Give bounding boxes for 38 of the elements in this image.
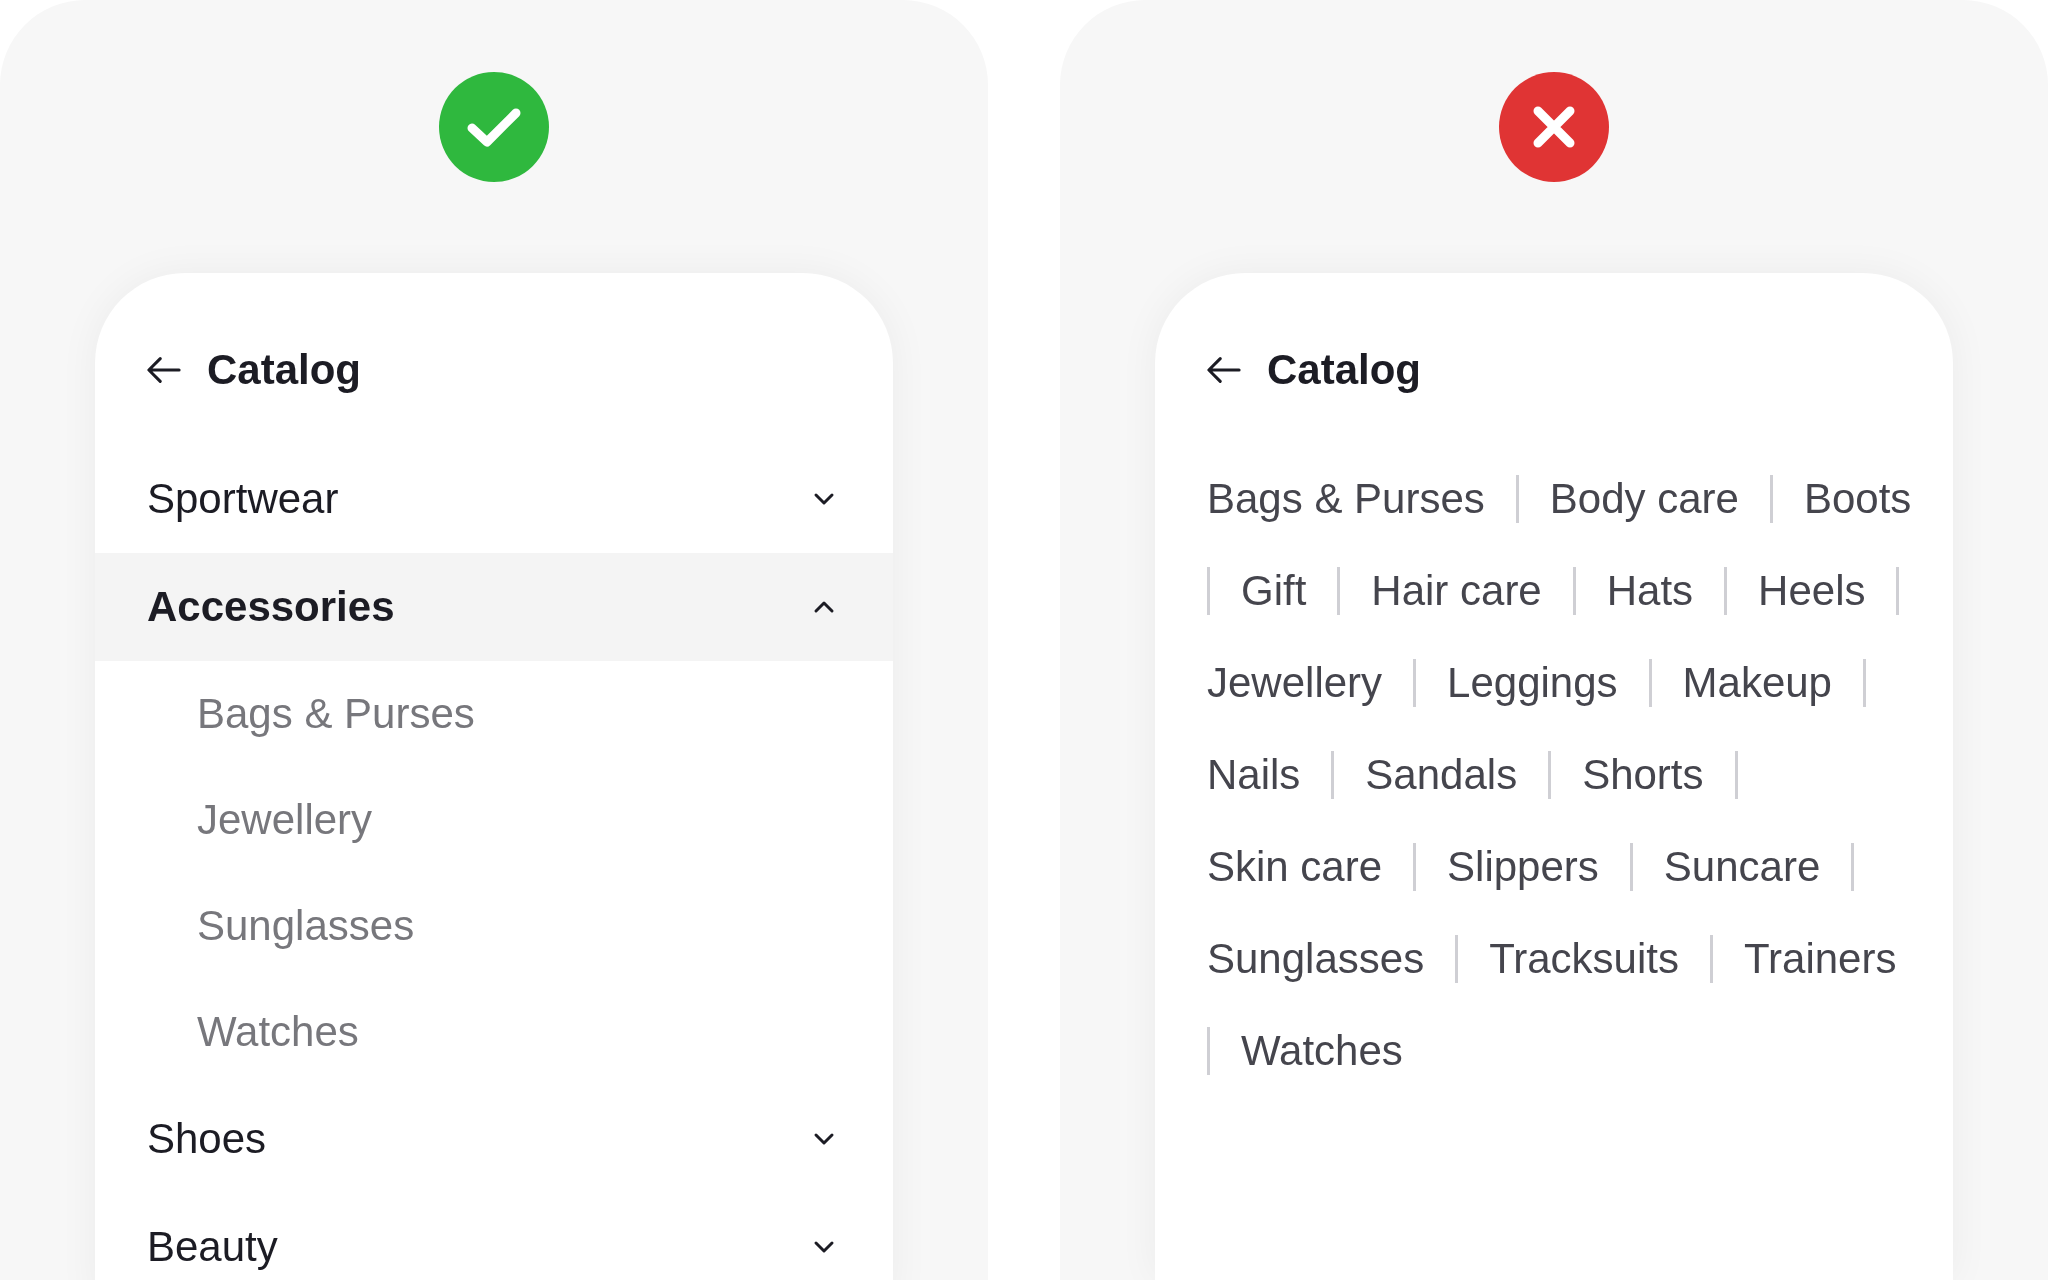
back-arrow-icon[interactable] — [147, 356, 181, 384]
screen-title: Catalog — [1267, 346, 1421, 394]
screen-title: Catalog — [207, 346, 361, 394]
category-item[interactable]: Beauty — [95, 1193, 893, 1280]
category-item[interactable]: Shoes — [95, 1085, 893, 1193]
category-link[interactable]: Body care — [1549, 475, 1739, 523]
subcategory-item[interactable]: Watches — [95, 979, 893, 1085]
subcategory-item[interactable]: Bags & Purses — [95, 661, 893, 767]
category-link[interactable]: Makeup — [1682, 659, 1832, 707]
category-link[interactable]: Gift — [1241, 567, 1307, 615]
category-link[interactable]: Leggings — [1447, 659, 1618, 707]
category-link[interactable]: Sandals — [1365, 751, 1518, 799]
category-link[interactable]: Boots — [1803, 475, 1912, 523]
chevron-up-icon — [813, 600, 835, 614]
category-link[interactable]: Bags & Purses — [1207, 475, 1485, 523]
chevron-down-icon — [813, 1240, 835, 1254]
category-link[interactable]: Watches — [1241, 1027, 1403, 1075]
category-link[interactable]: Jewellery — [1207, 659, 1383, 707]
category-link[interactable]: Suncare — [1663, 843, 1821, 891]
category-link[interactable]: Shorts — [1582, 751, 1704, 799]
cross-icon — [1499, 72, 1609, 182]
category-link[interactable]: Hair care — [1371, 567, 1542, 615]
category-item[interactable]: Sportwear — [95, 445, 893, 553]
back-arrow-icon[interactable] — [1207, 356, 1241, 384]
chevron-down-icon — [813, 1132, 835, 1146]
subcategory-item[interactable]: Jewellery — [95, 767, 893, 873]
category-link[interactable]: Heels — [1758, 567, 1866, 615]
checkmark-icon — [439, 72, 549, 182]
category-link[interactable]: Hats — [1606, 567, 1694, 615]
category-link[interactable]: Tracksuits — [1489, 935, 1679, 983]
category-link[interactable]: Nails — [1207, 751, 1301, 799]
subcategory-item[interactable]: Sunglasses — [95, 873, 893, 979]
category-link[interactable]: Slippers — [1447, 843, 1599, 891]
chevron-down-icon — [813, 492, 835, 506]
category-link[interactable]: Skin care — [1207, 843, 1383, 891]
category-link[interactable]: Sunglasses — [1207, 935, 1425, 983]
category-link[interactable]: Trainers — [1743, 935, 1897, 983]
category-item[interactable]: Accessories — [95, 553, 893, 661]
